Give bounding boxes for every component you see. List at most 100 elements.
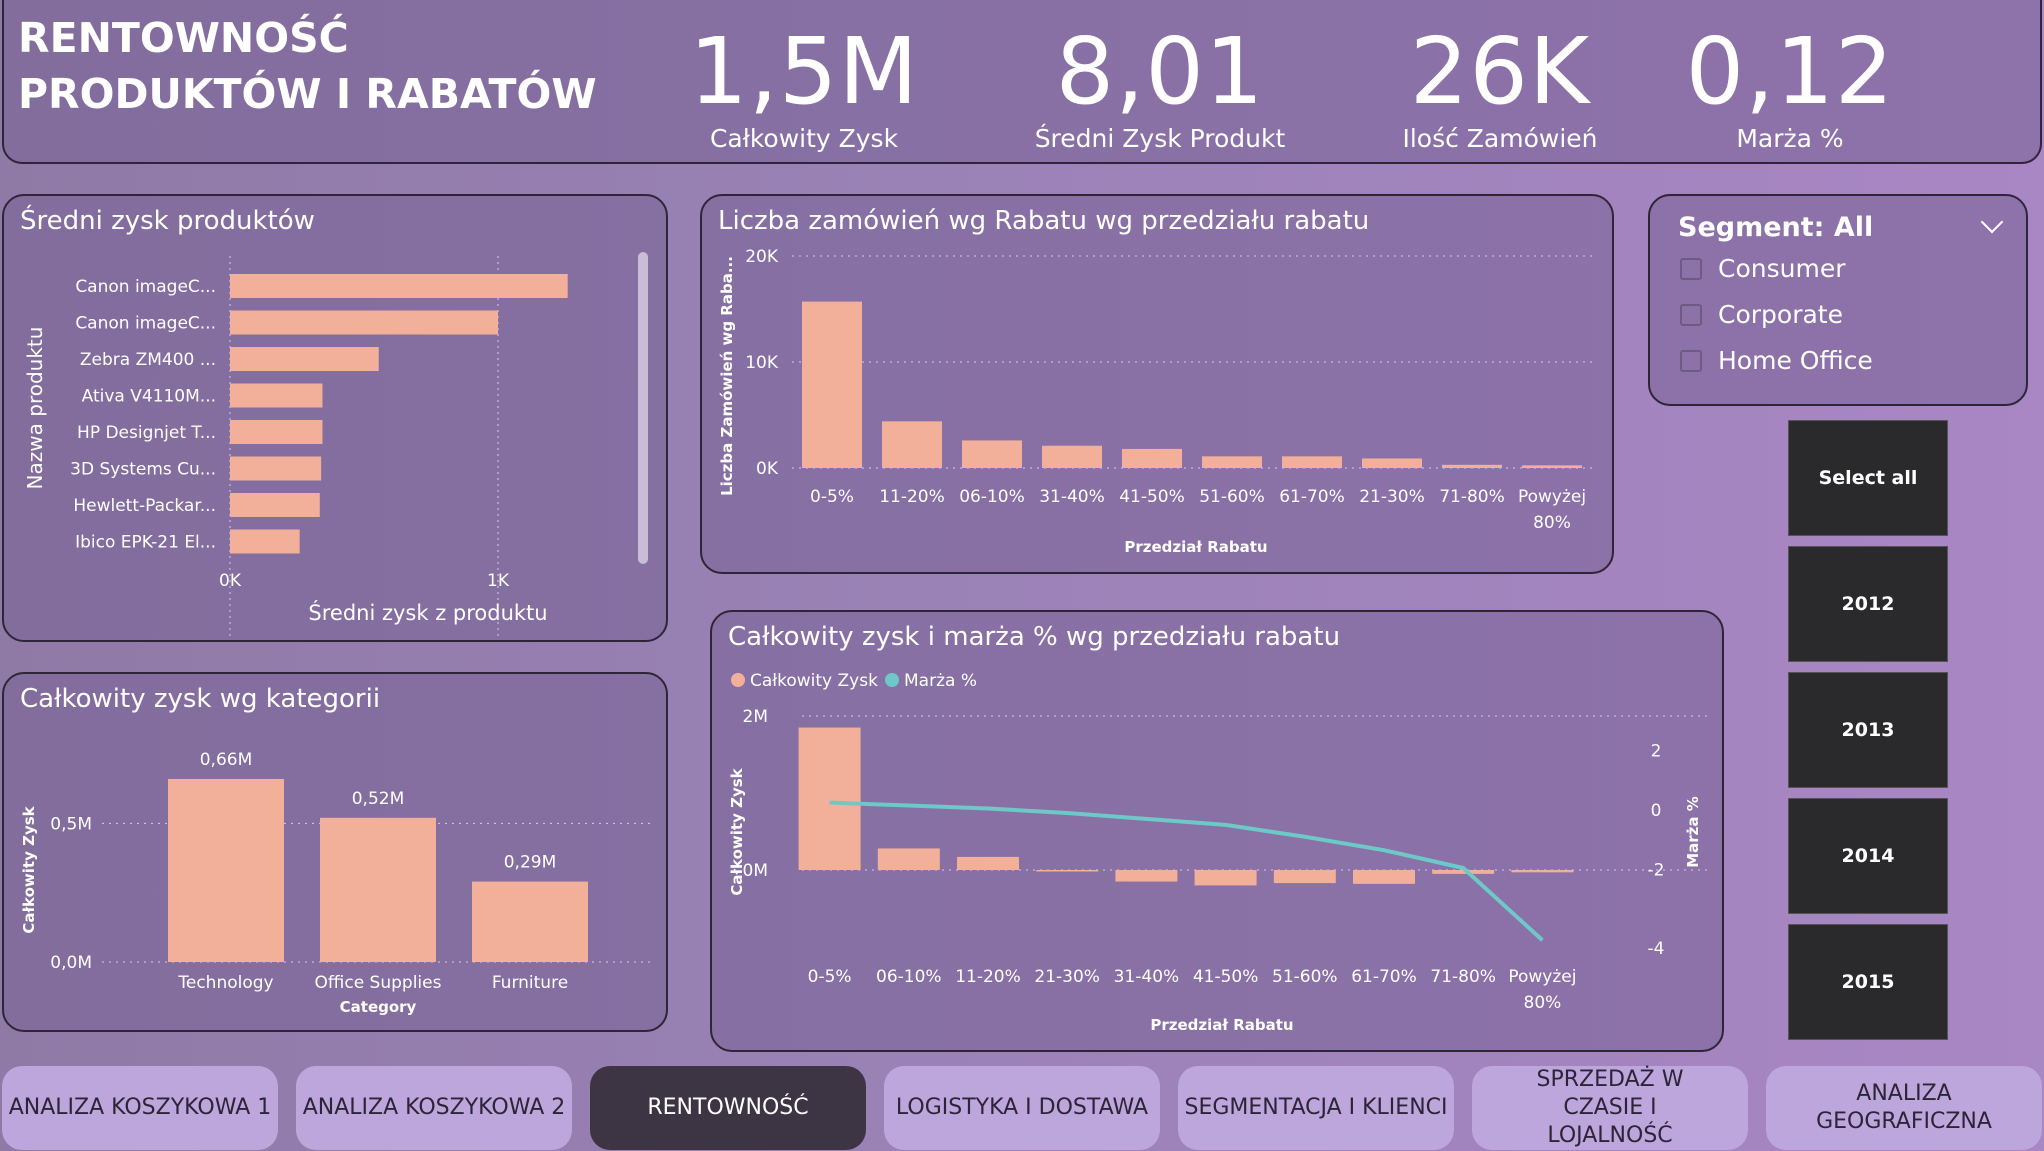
page-title-line2: PRODUKTÓW I RABATÓW [18, 70, 597, 118]
tab-sales-over-time[interactable]: SPRZEDAŻ W CZASIE I LOJALNOŚĆ [1472, 1066, 1748, 1150]
data-label: 0,29M [504, 853, 557, 873]
x-tick-label: 41-50% [1193, 967, 1259, 987]
tab-logistics[interactable]: LOGISTYKA I DOSTAWA [884, 1066, 1160, 1150]
y-axis-label: Całkowity Zysk [728, 767, 746, 895]
bar [230, 529, 300, 554]
year-2015-button[interactable]: 2015 [1788, 924, 1948, 1040]
avg-profit-chart-panel: Średni zysk produktów 0K 1K Canon imageC..… [2, 194, 668, 642]
y2-axis-label: Marża % [1684, 796, 1702, 868]
bar [1202, 456, 1262, 468]
page-title-line1: RENTOWNOŚĆ [18, 14, 349, 62]
x-tick-label: Office Supplies [315, 973, 442, 993]
x-tick-label: 51-60% [1199, 487, 1265, 507]
bar [962, 440, 1022, 468]
legend-marker [731, 673, 745, 687]
bar [1353, 870, 1415, 884]
tab-geographic[interactable]: ANALIZA GEOGRAFICZNA [1766, 1066, 2042, 1150]
x-tick-label: 71-80% [1439, 487, 1505, 507]
profit-by-category-chart-panel: Całkowity zysk wg kategorii 0,0M 0,5M 0,66… [2, 672, 668, 1032]
year-2014-button[interactable]: 2014 [1788, 798, 1948, 914]
bar [230, 383, 323, 408]
bar [230, 456, 322, 481]
header-panel: RENTOWNOŚĆ PRODUKTÓW I RABATÓW 1,5M Całk… [2, 0, 2042, 164]
y2-tick-label: 0 [1651, 801, 1662, 821]
x-tick-label: 61-70% [1351, 967, 1417, 987]
option-label: Consumer [1718, 254, 1846, 283]
y-tick-label: 0M [743, 861, 768, 881]
bar [1042, 445, 1102, 468]
kpi-label: Marża % [1736, 124, 1844, 153]
y-tick-label: 20K [745, 247, 779, 267]
y-tick-label: 0K [756, 459, 779, 479]
y-tick-label: Hewlett-Packar... [73, 496, 216, 516]
y-tick-label: 10K [745, 353, 779, 373]
segment-slicer: Segment: All Consumer Corporate Home Off… [1648, 194, 2028, 406]
checkbox[interactable] [1680, 258, 1702, 280]
y-tick-label: 0,5M [50, 814, 92, 834]
x-axis-label: Przedział Rabatu [1150, 1016, 1293, 1034]
y-tick-label: Ativa V4110M... [82, 387, 216, 407]
bar [1442, 464, 1502, 468]
y-axis-label: Całkowity Zysk [20, 805, 38, 933]
checkbox[interactable] [1680, 350, 1702, 372]
bar [168, 778, 284, 962]
kpi-label: Średni Zysk Produkt [1034, 124, 1286, 153]
y2-tick-label: -4 [1648, 939, 1665, 959]
bar [1036, 870, 1099, 872]
bar [1122, 448, 1182, 468]
bar [1115, 870, 1178, 882]
y2-tick-label: -2 [1648, 861, 1665, 881]
x-tick-label: 06-10% [876, 967, 942, 987]
bar [798, 727, 861, 870]
chevron-down-icon[interactable] [1980, 210, 2004, 234]
bar [882, 421, 942, 468]
chart-scrollbar[interactable] [638, 252, 648, 564]
y-tick-label: 3D Systems Cu... [70, 460, 216, 480]
year-2012-button[interactable]: 2012 [1788, 546, 1948, 662]
legend-label: Całkowity Zysk [750, 671, 878, 691]
orders-by-discount-chart: 0K 10K 20K 0-5% 11-20% 06-10% 31-40% 41-50% 51-6… [718, 247, 1592, 556]
y-axis-label: Nazwa produktu [23, 327, 47, 490]
tab-basket-analysis-1[interactable]: ANALIZA KOSZYKOWA 1 [2, 1066, 278, 1150]
x-tick-label: 41-50% [1119, 487, 1185, 507]
year-2013-button[interactable]: 2013 [1788, 672, 1948, 788]
bar [472, 881, 588, 962]
orders-by-discount-chart-panel: Liczba zamówień wg Rabatu wg przedziału … [700, 194, 1614, 574]
bar [230, 493, 320, 517]
x-tick-label: 21-30% [1359, 487, 1425, 507]
x-tick-label: 31-40% [1114, 967, 1180, 987]
x-tick-label: Technology [177, 973, 273, 993]
avg-profit-chart: 0K 1K Canon imageC... Canon imageC... Zebra … [23, 256, 568, 640]
x-tick-label: 1K [487, 571, 510, 591]
bar [230, 420, 323, 444]
bar [1282, 456, 1342, 468]
x-tick-label: 0-5% [810, 487, 854, 507]
year-select-all-button[interactable]: Select all [1788, 420, 1948, 536]
legend-marker [885, 673, 899, 687]
bar [1362, 458, 1422, 468]
tab-segmentation[interactable]: SEGMENTACJA I KLIENCI [1178, 1066, 1454, 1150]
x-axis-label: Średni zysk z produktu [308, 600, 547, 625]
y2-tick-label: 2 [1651, 742, 1662, 762]
tab-basket-analysis-2[interactable]: ANALIZA KOSZYKOWA 2 [296, 1066, 572, 1150]
bar [957, 856, 1019, 870]
y-tick-label: Canon imageC... [75, 314, 216, 334]
kpi-value: 8,01 [1055, 18, 1265, 125]
tab-profitability[interactable]: RENTOWNOŚĆ [590, 1066, 866, 1150]
bar [802, 301, 862, 468]
bar [1273, 870, 1336, 884]
kpi-value: 26K [1409, 18, 1591, 125]
kpi-value: 1,5M [689, 18, 919, 125]
x-tick-label: Powyżej 80% [1508, 967, 1576, 1013]
y-tick-label: Ibico EPK-21 El... [75, 533, 216, 553]
checkbox[interactable] [1680, 304, 1702, 326]
option-label: Corporate [1718, 300, 1843, 329]
profit-margin-chart-panel: Całkowity zysk i marża % wg przedziału r… [710, 610, 1724, 1052]
y-tick-label: 0,0M [50, 953, 92, 973]
x-axis-label: Przedział Rabatu [1124, 538, 1267, 556]
y-tick-label: Canon imageC... [75, 277, 216, 297]
y-tick-label: 2M [743, 707, 768, 727]
data-label: 0,66M [200, 750, 253, 770]
bar [320, 817, 436, 962]
x-tick-label: 61-70% [1279, 487, 1345, 507]
